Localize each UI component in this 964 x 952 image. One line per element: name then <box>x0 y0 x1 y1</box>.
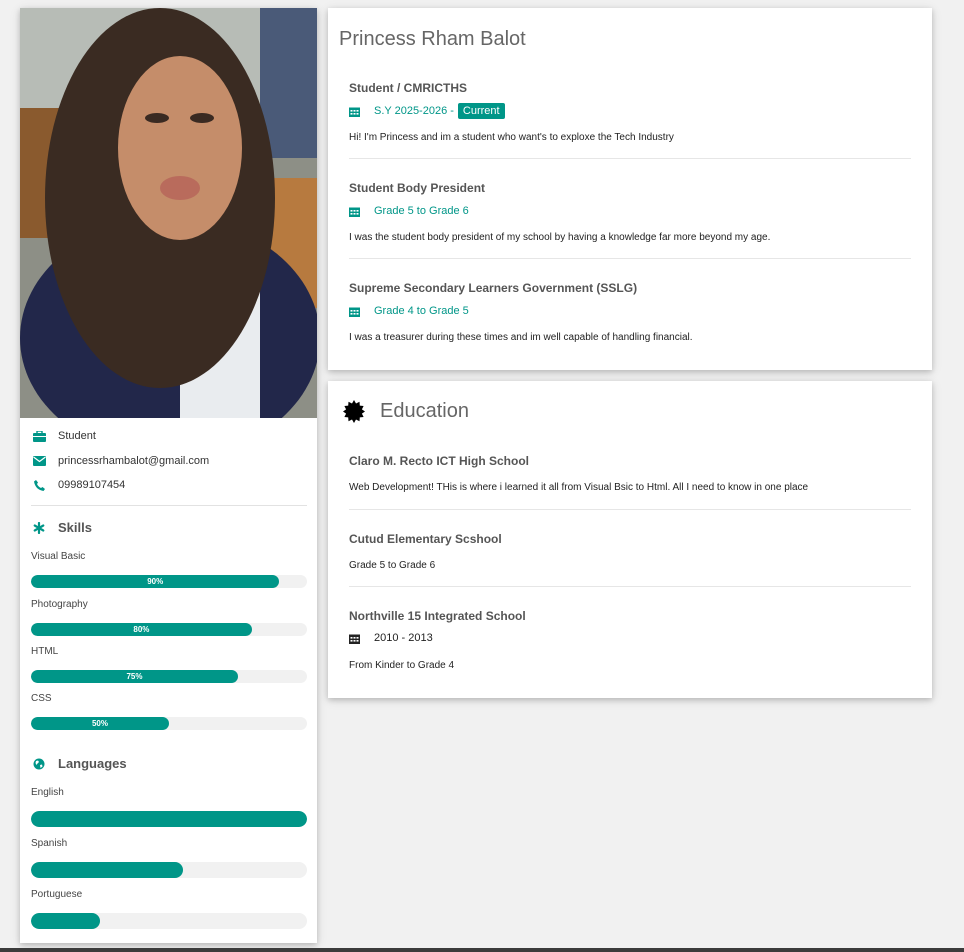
calendar-icon <box>349 305 361 317</box>
email-text[interactable]: princessrhambalot@gmail.com <box>58 455 209 467</box>
work-entry-date-text: Grade 4 to Grade 5 <box>374 305 469 317</box>
profile-photo <box>20 8 317 418</box>
education-heading: Education <box>342 399 469 423</box>
work-entry-date-text: S.Y 2025-2026 - <box>374 105 454 117</box>
language-bar-fill <box>31 913 100 929</box>
briefcase-icon <box>32 429 46 443</box>
role-text: Student <box>58 430 96 442</box>
education-entry-description: Web Development! THis is where i learned… <box>349 482 809 493</box>
envelope-icon <box>32 454 46 468</box>
education-entry-description: From Kinder to Grade 4 <box>349 660 455 671</box>
role-row: Student <box>32 426 96 446</box>
divider <box>349 158 911 159</box>
languages-heading: Languages <box>32 756 127 771</box>
work-entry-description: I was a treasurer during these times and… <box>349 332 693 343</box>
skill-bar-fill: 50% <box>31 717 169 730</box>
language-label: Spanish <box>31 838 68 849</box>
education-entry-title: Claro M. Recto ICT High School <box>349 454 530 468</box>
phone-row: 09989107454 <box>32 475 125 495</box>
work-entry-date-text: Grade 5 to Grade 6 <box>374 205 469 217</box>
window-bottom-edge <box>0 948 964 952</box>
current-badge: Current <box>457 103 505 119</box>
calendar-icon <box>349 105 361 117</box>
education-entry-description: Grade 5 to Grade 6 <box>349 560 436 571</box>
language-bar <box>31 811 307 827</box>
education-entry-date-text: 2010 - 2013 <box>374 632 433 644</box>
language-bar-fill <box>31 862 183 878</box>
divider <box>31 505 307 506</box>
language-label: Portuguese <box>31 889 83 900</box>
certificate-icon <box>342 399 366 423</box>
skills-heading: Skills <box>32 520 92 535</box>
work-entry-title: Student / CMRICTHS <box>349 81 467 95</box>
skill-bar-fill: 90% <box>31 575 280 588</box>
skill-label: Visual Basic <box>31 551 86 562</box>
profile-card: Student princessrhambalot@gmail.com 0998… <box>20 8 317 943</box>
divider <box>349 509 911 510</box>
work-entry-date: Grade 5 to Grade 6 <box>349 205 469 217</box>
page-title: Princess Rham Balot <box>339 28 526 50</box>
work-entry-title: Supreme Secondary Learners Government (S… <box>349 281 638 295</box>
work-entry-description: Hi! I'm Princess and im a student who wa… <box>349 132 674 143</box>
language-label: English <box>31 787 64 798</box>
skill-label: HTML <box>31 646 59 657</box>
work-entry-title: Student Body President <box>349 181 486 195</box>
language-bar-fill <box>31 811 307 827</box>
divider <box>349 258 911 259</box>
globe-icon <box>32 757 46 771</box>
asterisk-icon <box>32 521 46 535</box>
phone-text[interactable]: 09989107454 <box>58 479 125 491</box>
education-entry-title: Northville 15 Integrated School <box>349 609 526 623</box>
language-bar <box>31 913 307 929</box>
work-experience-card: Princess Rham Balot Student / CMRICTHS S… <box>328 8 932 370</box>
skill-bar: 80% <box>31 623 307 636</box>
skill-bar-fill: 80% <box>31 623 252 636</box>
divider <box>349 586 911 587</box>
work-entry-description: I was the student body president of my s… <box>349 232 771 243</box>
skill-bar: 75% <box>31 670 307 683</box>
skills-title: Skills <box>58 520 92 535</box>
skill-label: CSS <box>31 693 52 704</box>
education-entry-date: 2010 - 2013 <box>349 632 433 644</box>
education-card: Education Claro M. Recto ICT High School… <box>328 381 932 698</box>
education-title: Education <box>380 399 469 422</box>
email-row: princessrhambalot@gmail.com <box>32 451 209 471</box>
skill-bar: 50% <box>31 717 307 730</box>
skill-label: Photography <box>31 599 88 610</box>
languages-title: Languages <box>58 756 127 771</box>
work-entry-date: Grade 4 to Grade 5 <box>349 305 469 317</box>
work-entry-date: S.Y 2025-2026 - Current <box>349 103 505 119</box>
language-bar <box>31 862 307 878</box>
calendar-icon <box>349 632 361 644</box>
phone-icon <box>32 478 46 492</box>
calendar-icon <box>349 205 361 217</box>
skill-bar-fill: 75% <box>31 670 238 683</box>
skill-bar: 90% <box>31 575 307 588</box>
education-entry-title: Cutud Elementary Scshool <box>349 532 502 546</box>
